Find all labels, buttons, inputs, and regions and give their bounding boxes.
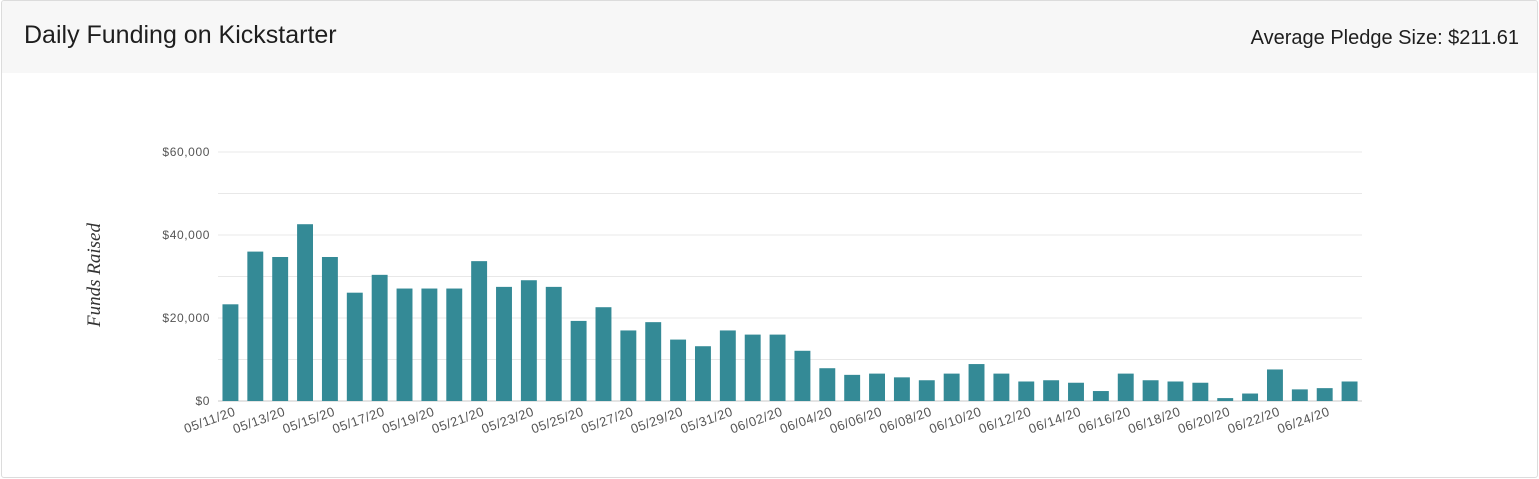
y-axis-label: Funds Raised [84, 223, 105, 328]
bar[interactable] [719, 330, 736, 401]
x-tick-label: 05/13/20 [231, 404, 287, 437]
x-axis-ticks: 05/11/2005/13/2005/15/2005/17/2005/19/20… [182, 404, 1332, 437]
x-tick-label: 05/15/20 [280, 404, 336, 437]
bar[interactable] [371, 274, 388, 401]
bar[interactable] [396, 288, 413, 401]
bar[interactable] [520, 280, 537, 401]
bars [222, 224, 1358, 401]
x-tick-label: 05/25/20 [529, 404, 585, 437]
bar[interactable] [844, 374, 861, 401]
bar[interactable] [670, 339, 687, 401]
bar[interactable] [1142, 380, 1159, 401]
bar[interactable] [1291, 389, 1308, 401]
chart-card: Daily Funding on Kickstarter Average Ple… [1, 0, 1538, 478]
bar[interactable] [620, 330, 637, 401]
x-tick-label: 06/06/20 [828, 404, 884, 437]
chart-title: Daily Funding on Kickstarter [24, 21, 337, 49]
bar[interactable] [744, 334, 761, 401]
bar[interactable] [869, 373, 886, 401]
bar[interactable] [1242, 393, 1259, 401]
bar[interactable] [918, 380, 935, 401]
y-tick-label: $40,000 [162, 228, 210, 242]
bar[interactable] [819, 368, 836, 401]
bar[interactable] [893, 377, 910, 401]
bar[interactable] [1316, 388, 1333, 401]
bar[interactable] [421, 288, 438, 401]
bar[interactable] [1043, 380, 1060, 401]
x-tick-label: 06/04/20 [778, 404, 834, 437]
bar[interactable] [968, 364, 985, 401]
bar[interactable] [993, 373, 1010, 401]
funding-bar-chart: $0 $20,000 $40,000 $60,000 05/11/2005/13/20… [84, 145, 1362, 437]
bar[interactable] [1068, 382, 1084, 401]
bar[interactable] [1117, 373, 1134, 401]
x-tick-label: 05/19/20 [380, 404, 436, 437]
average-pledge-size: Average Pledge Size: $211.61 [1250, 27, 1519, 49]
card-header: Daily Funding on Kickstarter Average Ple… [2, 1, 1537, 73]
bar[interactable] [247, 251, 264, 401]
bar[interactable] [1192, 382, 1209, 401]
x-tick-label: 06/02/20 [728, 404, 784, 437]
bar[interactable] [694, 346, 711, 401]
x-tick-label: 06/14/20 [1027, 404, 1083, 437]
bar[interactable] [570, 320, 587, 401]
y-tick-label: $0 [195, 394, 210, 408]
bar[interactable] [496, 286, 512, 401]
bar[interactable] [1018, 381, 1035, 401]
x-tick-label: 06/20/20 [1176, 404, 1232, 437]
bar[interactable] [943, 373, 960, 401]
x-tick-label: 05/21/20 [430, 404, 486, 437]
bar[interactable] [1092, 391, 1109, 401]
x-tick-label: 05/27/20 [579, 404, 635, 437]
x-tick-label: 05/23/20 [479, 404, 535, 437]
bar[interactable] [1266, 369, 1283, 401]
bar[interactable] [1341, 381, 1358, 401]
y-tick-label: $60,000 [162, 145, 210, 159]
bar[interactable] [794, 350, 811, 401]
bar[interactable] [471, 261, 488, 401]
x-tick-label: 05/11/20 [182, 404, 238, 436]
x-tick-label: 06/16/20 [1076, 404, 1132, 437]
y-tick-label: $20,000 [162, 311, 210, 325]
x-tick-label: 06/18/20 [1126, 404, 1182, 437]
bar[interactable] [272, 256, 289, 401]
x-tick-label: 06/12/20 [977, 404, 1033, 437]
chart-area: $0 $20,000 $40,000 $60,000 05/11/20 05/13/20… [2, 73, 1537, 477]
bar[interactable] [545, 286, 562, 401]
x-tick-label: 06/24/20 [1275, 404, 1331, 437]
x-tick-label: 05/29/20 [629, 404, 685, 437]
bar[interactable] [297, 224, 314, 401]
bar[interactable] [321, 256, 338, 401]
x-tick-label: 05/17/20 [330, 404, 386, 437]
bar[interactable] [1167, 381, 1184, 401]
x-tick-label: 06/10/20 [927, 404, 983, 437]
bar[interactable] [446, 288, 463, 401]
bar[interactable] [595, 307, 612, 401]
bar[interactable] [346, 292, 363, 401]
bar[interactable] [1217, 398, 1234, 401]
bar[interactable] [769, 334, 786, 401]
bar[interactable] [222, 304, 239, 401]
y-axis-ticks: $0 $20,000 $40,000 $60,000 [162, 145, 210, 408]
bar[interactable] [645, 322, 662, 401]
gridlines [218, 151, 1362, 402]
x-tick-label: 06/08/20 [877, 404, 933, 437]
x-tick-label: 06/22/20 [1226, 404, 1282, 437]
x-tick-label: 05/31/20 [678, 404, 734, 437]
